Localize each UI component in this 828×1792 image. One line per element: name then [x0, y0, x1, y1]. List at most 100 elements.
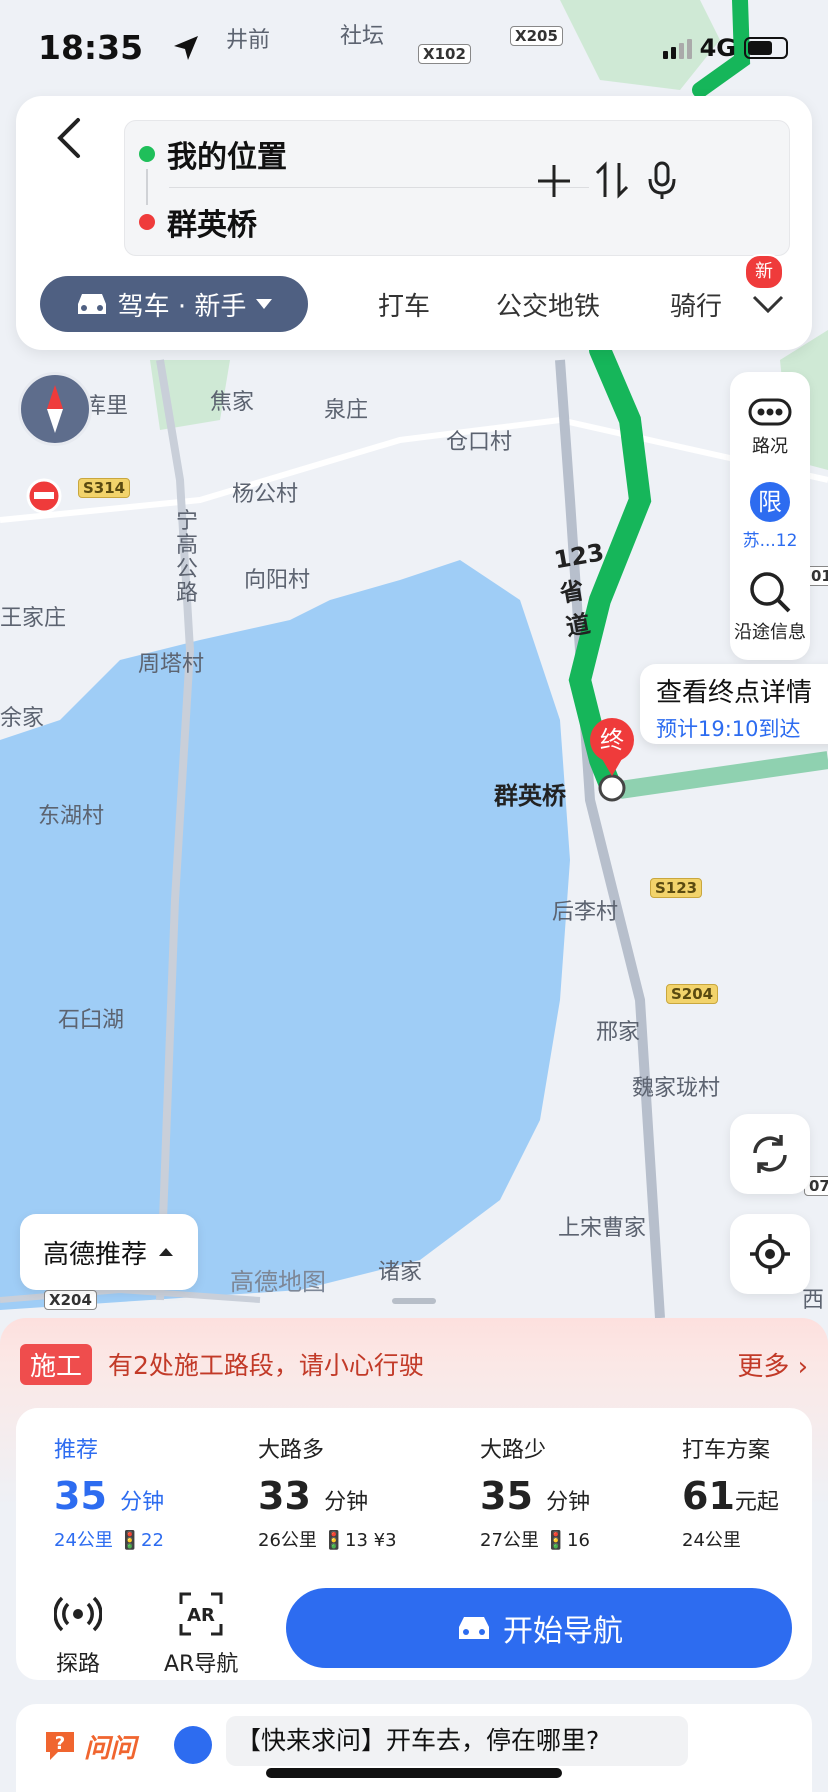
status-time: 18:35	[38, 28, 144, 67]
explore-label: 探路	[55, 1652, 100, 1677]
add-waypoint-button[interactable]	[529, 161, 579, 211]
divider	[169, 187, 589, 188]
construction-more-link[interactable]: 更多 ›	[737, 1346, 808, 1383]
map-label: 周塔村	[138, 652, 205, 677]
destination-field[interactable]: 群英桥	[125, 189, 257, 255]
battery-icon	[744, 37, 788, 59]
route-price-unit: 元起	[734, 1490, 779, 1515]
route-time-unit: 分钟	[324, 1490, 369, 1515]
route-option-main-roads[interactable]: 大路多 33 分钟 26公里 🚦13 ¥3	[258, 1432, 397, 1552]
traffic-button[interactable]: 路况	[730, 396, 810, 458]
origin-text: 我的位置	[167, 140, 287, 175]
ar-nav-label: AR导航	[164, 1652, 239, 1677]
map-label: 魏家珑村	[632, 1076, 721, 1101]
ask-brand: 问问	[84, 1734, 137, 1764]
tab-taxi[interactable]: 打车	[378, 286, 430, 323]
along-route-button[interactable]: 沿途信息	[730, 570, 810, 644]
map-label: 余家	[0, 706, 45, 731]
map-tools-panel: 路况 限 苏...12 沿途信息	[730, 372, 810, 660]
compass-button[interactable]	[18, 372, 92, 446]
ar-navigation-button[interactable]: AR AR导航	[164, 1590, 238, 1678]
map-label: 仓口村	[446, 430, 513, 455]
svg-text:?: ?	[55, 1733, 65, 1754]
destination-map-label: 群英桥	[494, 782, 566, 810]
route-detail: 24公里 🚦22	[54, 1530, 164, 1551]
route-time: 35	[480, 1474, 533, 1518]
route-option-recommended[interactable]: 推荐 35 分钟 24公里 🚦22	[16, 1408, 228, 1568]
ask-question: 【快来求问】开车去，停在哪里?	[226, 1716, 688, 1766]
traffic-label: 路况	[752, 436, 788, 457]
destination-dot-icon	[139, 214, 155, 230]
plus-icon	[538, 165, 570, 197]
map-label-road: 宁高公路	[176, 509, 199, 606]
caret-up-icon	[159, 1248, 173, 1256]
route-time: 33	[258, 1474, 311, 1518]
new-badge: 新	[744, 254, 784, 290]
tab-driving[interactable]: 驾车 · 新手	[40, 276, 308, 332]
swap-button[interactable]	[587, 161, 637, 211]
chevron-left-icon	[57, 118, 80, 158]
route-name: 大路少	[480, 1438, 547, 1463]
home-indicator	[266, 1768, 562, 1778]
route-preference-button[interactable]: 高德推荐	[20, 1214, 198, 1290]
start-navigation-button[interactable]: 开始导航	[286, 1588, 792, 1668]
map-watermark: 高德地图	[230, 1268, 326, 1296]
map-label: 杨公村	[232, 482, 299, 507]
route-option-fewer-main-roads[interactable]: 大路少 35 分钟 27公里 🚦16	[480, 1432, 590, 1552]
locate-me-button[interactable]	[730, 1214, 810, 1294]
map-label: 王家庄	[0, 606, 67, 631]
along-route-label: 沿途信息	[734, 622, 806, 643]
explore-route-button[interactable]: 探路	[53, 1590, 103, 1678]
tab-cycling[interactable]: 骑行	[670, 286, 722, 323]
back-button[interactable]	[44, 116, 94, 170]
ask-community-bar[interactable]: ? 问问 【快来求问】开车去，停在哪里?	[16, 1704, 812, 1792]
construction-tag: 施工	[20, 1343, 93, 1385]
map-label: 焦家	[210, 390, 255, 415]
destination-detail-callout[interactable]: 查看终点详情 预计19:10到达	[640, 664, 828, 744]
route-time-unit: 分钟	[546, 1490, 591, 1515]
compass-icon	[47, 385, 63, 433]
restriction-plate: 苏...12	[742, 531, 798, 551]
refresh-route-button[interactable]	[730, 1114, 810, 1194]
ar-icon: AR	[179, 1592, 223, 1636]
start-navigation-label: 开始导航	[503, 1614, 623, 1649]
route-option-taxi[interactable]: 打车方案 61元起 24公里	[682, 1432, 779, 1552]
car-icon	[459, 1617, 489, 1639]
route-time: 35	[54, 1474, 107, 1518]
signal-icon	[662, 37, 692, 59]
voice-button[interactable]	[637, 161, 687, 211]
construction-notice[interactable]: 施工 有2处施工路段，请小心行驶 更多 ›	[20, 1342, 808, 1386]
end-marker-label: 终	[600, 726, 624, 754]
refresh-icon	[753, 1135, 787, 1173]
chevron-down-icon	[752, 295, 784, 314]
svg-text:AR: AR	[187, 1605, 215, 1626]
route-detail: 27公里 🚦16	[480, 1530, 590, 1551]
question-bubble-icon: ?	[46, 1732, 74, 1760]
caret-down-icon	[256, 299, 273, 309]
origin-dot-icon	[139, 146, 155, 162]
road-badge: S314	[78, 478, 131, 498]
locate-crosshair-icon	[750, 1234, 790, 1274]
car-icon	[77, 294, 106, 314]
swap-arrows-icon	[595, 161, 629, 199]
traffic-restriction-button[interactable]: 限 苏...12	[730, 482, 810, 551]
route-price: 61	[682, 1474, 735, 1518]
destination-detail-title: 查看终点详情	[656, 678, 813, 708]
road-badge: S123	[650, 878, 703, 898]
tab-transit[interactable]: 公交地铁	[496, 286, 600, 323]
route-name: 大路多	[258, 1438, 325, 1463]
map-label: 泉庄	[324, 398, 369, 423]
broadcast-icon	[53, 1596, 103, 1632]
avatar	[174, 1726, 212, 1764]
map-label: 邢家	[596, 1020, 641, 1045]
route-detail: 26公里 🚦13 ¥3	[258, 1530, 397, 1551]
construction-message: 有2处施工路段，请小心行驶	[108, 1351, 424, 1380]
route-input-box: 我的位置 群英桥	[124, 120, 790, 256]
sheet-drag-handle[interactable]	[392, 1298, 436, 1304]
route-detail: 24公里	[682, 1530, 741, 1551]
travel-mode-tabs: 驾车 · 新手 打车 公交地铁 骑行 新	[40, 254, 792, 334]
route-sheet: 施工 有2处施工路段，请小心行驶 更多 › 推荐 35 分钟 24公里 🚦22 …	[0, 1318, 828, 1792]
search-icon	[750, 572, 791, 613]
origin-field[interactable]: 我的位置	[125, 121, 287, 187]
destination-text: 群英桥	[167, 208, 257, 243]
